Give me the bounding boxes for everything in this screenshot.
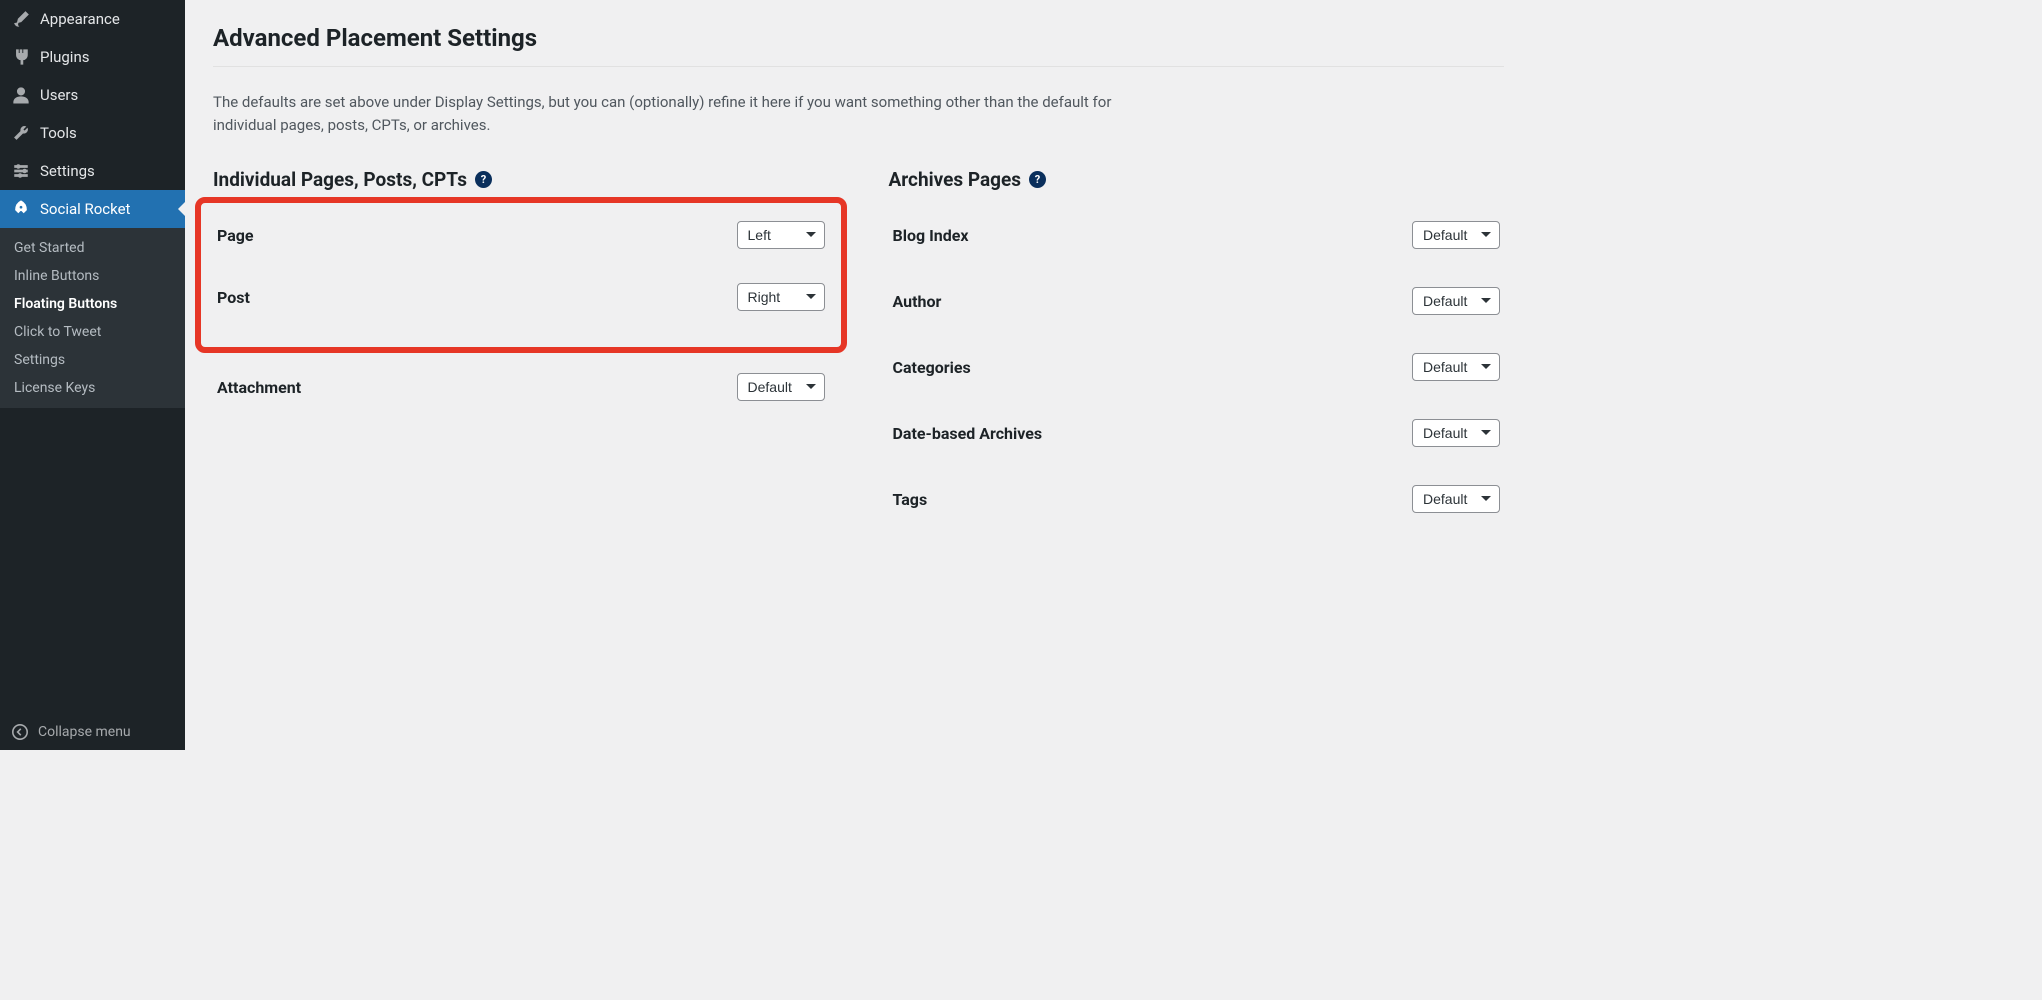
setting-row-date-archives: Date-based Archives Default [889,419,1505,447]
setting-row-author: Author Default [889,287,1505,315]
help-icon[interactable]: ? [1029,171,1046,188]
archives-section-title: Archives Pages ? [889,168,1505,191]
categories-select[interactable]: Default [1412,353,1500,381]
highlight-annotation: Page Left Post Right [195,197,847,353]
submenu-click-to-tweet[interactable]: Click to Tweet [0,318,185,346]
post-position-select[interactable]: Right [737,283,825,311]
attachment-position-select[interactable]: Default [737,373,825,401]
sidebar-item-appearance[interactable]: Appearance [0,0,185,38]
date-archives-select[interactable]: Default [1412,419,1500,447]
divider [213,66,1504,67]
setting-row-categories: Categories Default [889,353,1505,381]
plug-icon [12,48,30,66]
sidebar-item-tools[interactable]: Tools [0,114,185,152]
row-label: Tags [893,490,928,509]
sidebar-item-label: Social Rocket [40,200,130,218]
sidebar-item-label: Users [40,86,78,104]
rocket-icon [12,200,30,218]
wrench-icon [12,124,30,142]
row-label: Page [217,226,254,245]
row-label: Attachment [217,378,301,397]
archives-column: Archives Pages ? Blog Index Default Auth… [889,168,1505,551]
author-select[interactable]: Default [1412,287,1500,315]
submenu-inline-buttons[interactable]: Inline Buttons [0,262,185,290]
sidebar-item-label: Tools [40,124,77,142]
page-title: Advanced Placement Settings [213,24,1504,52]
submenu-settings[interactable]: Settings [0,346,185,374]
page-description: The defaults are set above under Display… [213,91,1173,136]
page-position-select[interactable]: Left [737,221,825,249]
sidebar-item-label: Plugins [40,48,89,66]
tags-select[interactable]: Default [1412,485,1500,513]
individual-section-title: Individual Pages, Posts, CPTs ? [213,168,829,191]
individual-column: Individual Pages, Posts, CPTs ? Page Lef… [213,168,829,551]
setting-row-tags: Tags Default [889,485,1505,513]
sliders-icon [12,162,30,180]
row-label: Author [893,292,942,311]
individual-title-text: Individual Pages, Posts, CPTs [213,168,467,191]
sidebar-item-users[interactable]: Users [0,76,185,114]
brush-icon [12,10,30,28]
submenu-get-started[interactable]: Get Started [0,234,185,262]
setting-row-attachment: Attachment Default [213,373,829,401]
collapse-label: Collapse menu [38,724,131,740]
row-label: Date-based Archives [893,424,1043,443]
sidebar-item-label: Settings [40,162,95,180]
user-icon [12,86,30,104]
collapse-menu-button[interactable]: Collapse menu [0,714,185,750]
row-label: Blog Index [893,226,969,245]
submenu-license-keys[interactable]: License Keys [0,374,185,402]
sidebar-item-settings[interactable]: Settings [0,152,185,190]
setting-row-post: Post Right [213,283,829,311]
setting-row-page: Page Left [213,221,829,249]
row-label: Post [217,288,250,307]
admin-sidebar: Appearance Plugins Users Tools Settings [0,0,185,750]
sidebar-submenu: Get Started Inline Buttons Floating Butt… [0,228,185,408]
row-label: Categories [893,358,971,377]
sidebar-item-social-rocket[interactable]: Social Rocket [0,190,185,228]
help-icon[interactable]: ? [475,171,492,188]
sidebar-item-plugins[interactable]: Plugins [0,38,185,76]
blog-index-select[interactable]: Default [1412,221,1500,249]
main-content: Advanced Placement Settings The defaults… [185,0,1532,750]
sidebar-item-label: Appearance [40,10,120,28]
archives-title-text: Archives Pages [889,168,1022,191]
submenu-floating-buttons[interactable]: Floating Buttons [0,290,185,318]
setting-row-blog-index: Blog Index Default [889,221,1505,249]
